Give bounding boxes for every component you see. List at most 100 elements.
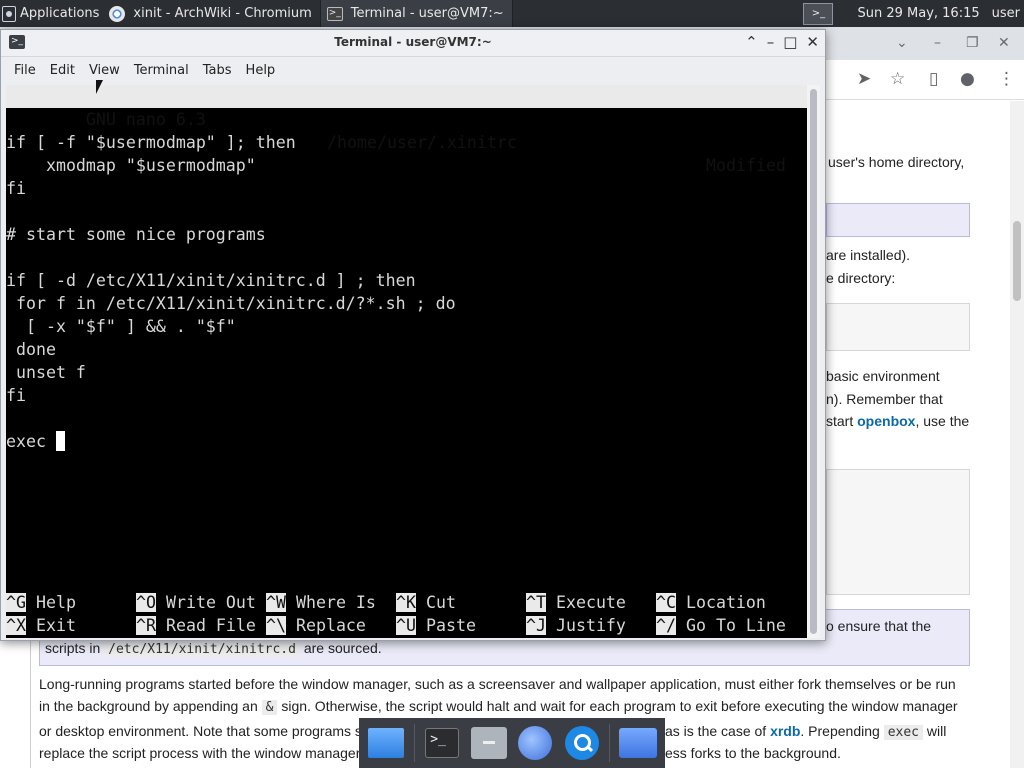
editor-line: xmodmap "$usermodmap" xyxy=(6,156,256,175)
taskbar-item-terminal[interactable]: >_ Terminal - user@VM7:~ xyxy=(320,0,513,27)
shortcut-justify[interactable]: ^J Justify xyxy=(526,614,626,637)
show-desktop-button[interactable] xyxy=(367,724,405,762)
home-folder-icon xyxy=(618,728,657,758)
editor-line: unset f xyxy=(6,363,86,382)
show-desktop-icon xyxy=(368,728,405,758)
terminal-menubar: File Edit View Terminal Tabs Help xyxy=(1,57,825,84)
wiki-paragraph-line: Long-running programs started before the… xyxy=(39,676,956,692)
shade-icon[interactable]: ⌃ xyxy=(745,33,758,51)
wiki-text-fragment: o ensure that the xyxy=(826,618,932,634)
clock[interactable]: Sun 29 May, 16:15 xyxy=(857,6,979,21)
shortcut-go-to-line[interactable]: ^/ Go To Line xyxy=(656,614,786,637)
page-scrollbar[interactable] xyxy=(1010,101,1024,768)
terminal-scrollbar-thumb[interactable] xyxy=(810,89,817,634)
close-icon[interactable]: ✕ xyxy=(998,35,1010,51)
window-title: Terminal - user@VM7:~ xyxy=(334,35,492,49)
workspace-switcher[interactable]: >_ xyxy=(803,2,834,25)
side-panel-icon[interactable]: ▯ xyxy=(929,69,938,89)
nano-modified-flag: Modified xyxy=(706,156,786,175)
menu-terminal[interactable]: Terminal xyxy=(127,63,196,78)
openbox-link[interactable]: openbox xyxy=(857,413,915,429)
file-manager-icon xyxy=(470,727,507,759)
editor-line: [ -x "$f" ] && . "$f" xyxy=(6,317,236,336)
profile-icon[interactable]: ● xyxy=(960,69,975,89)
applications-menu[interactable]: Applications xyxy=(0,0,103,27)
share-icon[interactable]: ➤ xyxy=(857,69,871,89)
minimize-icon[interactable]: – xyxy=(934,35,941,51)
user-menu[interactable]: user xyxy=(992,6,1020,21)
inline-code: exec xyxy=(883,724,924,740)
shortcut-read-file[interactable]: ^R Read File xyxy=(136,614,256,637)
editor-line: if [ -f "$usermodmap" ]; then xyxy=(6,133,296,152)
maximize-icon[interactable]: ❐ xyxy=(966,35,979,51)
shortcut-location[interactable]: ^C Location xyxy=(656,591,766,614)
page-scrollbar-thumb[interactable] xyxy=(1013,221,1021,301)
app-finder-launcher[interactable] xyxy=(563,724,601,762)
chevron-down-icon[interactable]: ⌄ xyxy=(896,35,908,51)
app-finder-icon xyxy=(564,726,599,760)
text-cursor xyxy=(55,431,65,451)
wiki-text-fragment: are installed). xyxy=(826,247,911,263)
wiki-text-fragment: start openbox, use the xyxy=(826,413,970,429)
wiki-code-box xyxy=(826,469,970,595)
inline-code: /etc/X11/xinit/xinitrc.d xyxy=(104,642,300,657)
maximize-icon[interactable]: □ xyxy=(783,33,797,51)
menu-view[interactable]: View xyxy=(82,63,127,78)
shortcut-where-is[interactable]: ^W Where Is xyxy=(266,591,376,614)
menu-kebab-icon[interactable]: ⋮ xyxy=(998,69,1015,89)
editor-line: if [ -d /etc/X11/xinit/xinitrc.d ] ; the… xyxy=(6,271,416,290)
wiki-text-fragment: user's home directory, xyxy=(828,154,965,170)
editor-line: fi xyxy=(6,179,26,198)
taskbar-item-label: Terminal - user@VM7:~ xyxy=(350,6,504,21)
shortcut-write-out[interactable]: ^O Write Out xyxy=(136,591,256,614)
menu-file[interactable]: File xyxy=(7,63,43,78)
terminal-launcher[interactable]: >_ xyxy=(423,724,461,762)
top-panel: Applications xinit - ArchWiki - Chromium… xyxy=(0,0,1024,27)
menu-edit[interactable]: Edit xyxy=(43,63,82,78)
nano-version: GNU nano 6.3 xyxy=(65,110,206,129)
taskbar-item-chromium[interactable]: xinit - ArchWiki - Chromium xyxy=(103,0,321,27)
terminal-icon: >_ xyxy=(425,728,460,758)
terminal-window: >_ Terminal - user@VM7:~ ⌃ – □ ✕ File Ed… xyxy=(0,29,826,641)
editor-line: done xyxy=(6,340,56,359)
shortcut-help[interactable]: ^G Help xyxy=(6,591,76,614)
shortcut-exit[interactable]: ^X Exit xyxy=(6,614,76,637)
wiki-code-box xyxy=(826,303,970,351)
wiki-text-fragment: basic environment xyxy=(826,368,940,384)
wiki-text-fragment: n). Remember that xyxy=(826,391,943,407)
shortcut-replace[interactable]: ^\ Replace xyxy=(266,614,366,637)
shortcut-cut[interactable]: ^K Cut xyxy=(396,591,456,614)
applications-label: Applications xyxy=(20,6,100,21)
wiki-text-fragment: scripts in /etc/X11/xinit/xinitrc.d are … xyxy=(45,640,382,657)
wiki-paragraph-line: in the background by appending an & sign… xyxy=(39,698,958,716)
applications-icon xyxy=(2,5,16,22)
terminal-titlebar[interactable]: >_ Terminal - user@VM7:~ ⌃ – □ ✕ xyxy=(1,30,825,57)
wiki-note-box xyxy=(826,203,970,237)
terminal-scrollbar[interactable] xyxy=(807,85,820,638)
shortcut-paste[interactable]: ^U Paste xyxy=(396,614,476,637)
taskbar-item-label: xinit - ArchWiki - Chromium xyxy=(133,6,312,21)
menu-tabs[interactable]: Tabs xyxy=(196,63,239,78)
shortcut-execute[interactable]: ^T Execute xyxy=(526,591,626,614)
editor-line: for f in /etc/X11/xinit/xinitrc.d/?*.sh … xyxy=(6,294,456,313)
file-manager-launcher[interactable] xyxy=(470,724,508,762)
editor-line-current: exec xyxy=(6,430,65,453)
close-icon[interactable]: ✕ xyxy=(806,33,819,51)
web-browser-launcher[interactable] xyxy=(516,724,554,762)
nano-header: GNU nano 6.3 /home/user/.xinitrc Modifie… xyxy=(6,85,808,175)
xrdb-link[interactable]: xrdb xyxy=(770,723,800,739)
terminal-screen[interactable]: GNU nano 6.3 /home/user/.xinitrc Modifie… xyxy=(6,85,808,638)
nano-filename: /home/user/.xinitrc xyxy=(327,133,517,152)
editor-line: # start some nice programs xyxy=(6,225,266,244)
home-folder-launcher[interactable] xyxy=(618,724,657,762)
menu-help[interactable]: Help xyxy=(239,63,283,78)
dock: >_ xyxy=(359,718,665,768)
mouse-pointer-icon xyxy=(96,80,103,94)
minimize-icon[interactable]: – xyxy=(767,33,775,51)
web-browser-icon xyxy=(518,726,553,760)
bookmark-star-icon[interactable]: ☆ xyxy=(890,69,905,89)
terminal-icon: >_ xyxy=(326,6,343,21)
chromium-icon xyxy=(109,5,126,22)
inline-code: & xyxy=(261,700,278,716)
editor-line: fi xyxy=(6,386,26,405)
